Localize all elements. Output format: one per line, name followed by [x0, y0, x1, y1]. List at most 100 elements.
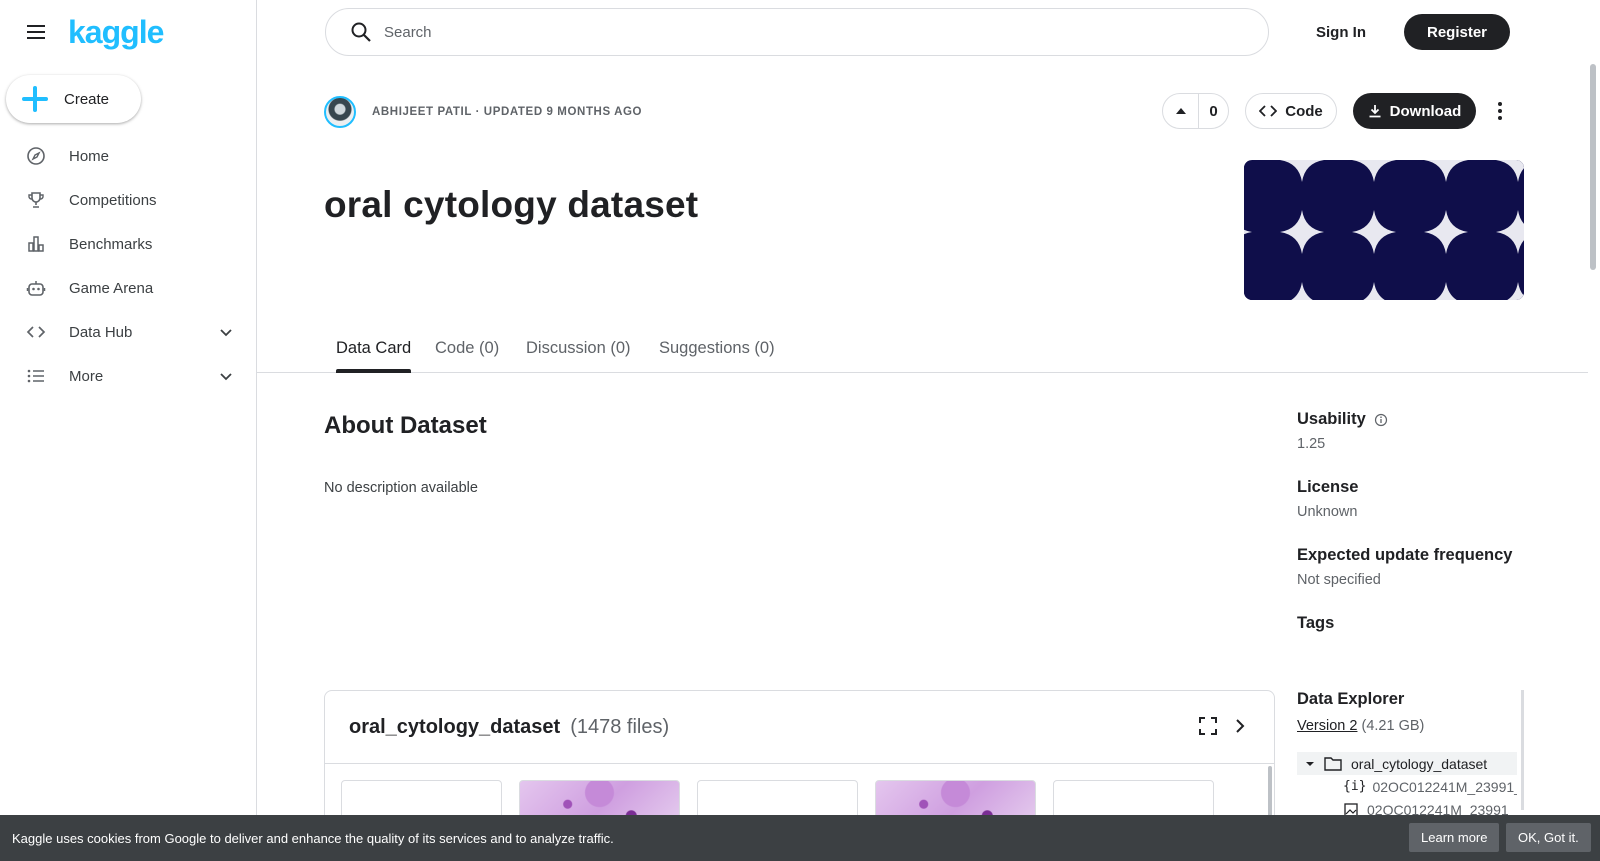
avatar[interactable]: [324, 96, 356, 128]
banner-star: [1352, 210, 1396, 254]
banner-star: [1435, 282, 1457, 300]
license-value: Unknown: [1297, 504, 1358, 520]
caret-down-icon[interactable]: [1301, 758, 1319, 770]
files-count: (1478 files): [570, 715, 670, 738]
sidebar-item-label: Data Hub: [69, 323, 133, 341]
ok-got-it-button[interactable]: OK, Got it.: [1506, 823, 1591, 852]
download-icon: [1369, 105, 1381, 118]
sidebar-nav: Home Competitions Benchmarks Game Arena …: [0, 134, 256, 398]
sidebar-item-label: Benchmarks: [69, 235, 153, 253]
plus-icon: [22, 86, 48, 112]
search-input[interactable]: [384, 23, 1184, 41]
tree-folder-label: oral_cytology_dataset: [1351, 755, 1488, 772]
create-button[interactable]: Create: [6, 75, 141, 123]
code-button-label: Code: [1285, 102, 1323, 120]
version-size: (4.21 GB): [1361, 718, 1425, 734]
sidebar: kaggle Create Home Competitions Benchmar…: [0, 0, 257, 861]
tab-bar: Data Card Code (0) Discussion (0) Sugges…: [257, 326, 1588, 373]
cookie-banner: Kaggle uses cookies from Google to deliv…: [0, 815, 1600, 861]
vote-count: 0: [1209, 102, 1218, 120]
learn-more-button[interactable]: Learn more: [1409, 823, 1500, 852]
tab-code[interactable]: Code (0): [435, 339, 499, 372]
banner-star: [1291, 282, 1313, 300]
tree-file[interactable]: {i} 02OC012241M_23991_: [1297, 775, 1517, 798]
update-frequency-section: Expected update frequency Not specified: [1297, 546, 1537, 588]
frequency-value: Not specified: [1297, 572, 1381, 588]
upvote-button[interactable]: [1163, 94, 1199, 128]
banner-star: [1244, 282, 1252, 300]
sidebar-top: kaggle: [24, 16, 164, 48]
files-panel-header: oral_cytology_dataset (1478 files): [325, 691, 1274, 764]
tree-folder[interactable]: oral_cytology_dataset: [1297, 752, 1517, 775]
data-explorer-section: Data Explorer Version 2 (4.21 GB): [1297, 690, 1537, 734]
tree-scrollbar[interactable]: [1521, 690, 1524, 810]
sidebar-item-competitions[interactable]: Competitions: [0, 178, 256, 222]
sidebar-item-label: Game Arena: [69, 279, 154, 297]
banner-star: [1424, 210, 1468, 254]
tab-suggestions[interactable]: Suggestions (0): [659, 339, 775, 372]
sidebar-item-more[interactable]: More: [0, 354, 256, 398]
banner-star: [1363, 282, 1385, 300]
sidebar-item-home[interactable]: Home: [0, 134, 256, 178]
download-button[interactable]: Download: [1353, 93, 1476, 129]
usability-section: Usability 1.25: [1297, 410, 1537, 452]
chevron-down-icon[interactable]: [218, 368, 234, 384]
usability-value: 1.25: [1297, 436, 1326, 452]
banner-star: [1424, 160, 1468, 182]
banner-star: [1244, 160, 1252, 163]
tab-discussion[interactable]: Discussion (0): [526, 339, 631, 372]
banner-star: [1352, 160, 1396, 182]
files-panel-title: oral_cytology_dataset: [349, 715, 561, 738]
list-icon: [26, 366, 46, 386]
cookie-text: Kaggle uses cookies from Google to deliv…: [12, 830, 614, 846]
create-label: Create: [64, 90, 110, 108]
chevron-right-icon[interactable]: [1230, 716, 1250, 736]
banner-star: [1496, 160, 1524, 182]
folder-icon: [1324, 756, 1342, 771]
banner-star: [1507, 282, 1524, 300]
vote-control: 0: [1162, 93, 1229, 129]
search-icon: [351, 22, 371, 42]
author-line: ABHIJEET PATIL · UPDATED 9 MONTHS AGO: [372, 106, 643, 118]
about-heading: About Dataset: [324, 412, 487, 439]
license-label: License: [1297, 478, 1359, 496]
banner-star: [1280, 210, 1324, 254]
kaggle-logo[interactable]: kaggle: [68, 16, 164, 48]
dataset-banner-image: [1244, 160, 1524, 300]
search-bar[interactable]: [325, 8, 1269, 56]
sidebar-item-label: Competitions: [69, 191, 157, 209]
tags-section: Tags: [1297, 614, 1537, 633]
sidebar-item-data-hub[interactable]: Data Hub: [0, 310, 256, 354]
tree-file-label: 02OC012241M_23991_: [1372, 778, 1517, 795]
banner-star: [1280, 160, 1324, 182]
sidebar-item-label: More: [69, 367, 104, 385]
code-brackets-icon: [26, 322, 46, 342]
data-explorer-heading: Data Explorer: [1297, 690, 1405, 708]
info-icon[interactable]: [1374, 413, 1388, 427]
sidebar-item-game-arena[interactable]: Game Arena: [0, 266, 256, 310]
file-tree: oral_cytology_dataset {i} 02OC012241M_23…: [1297, 752, 1517, 821]
banner-star: [1244, 229, 1252, 235]
chevron-down-icon[interactable]: [218, 324, 234, 340]
download-button-label: Download: [1389, 102, 1462, 120]
menu-icon[interactable]: [24, 20, 48, 44]
sign-in-button[interactable]: Sign In: [1300, 14, 1382, 50]
bar-chart-icon: [26, 234, 46, 254]
license-section: License Unknown: [1297, 478, 1537, 520]
robot-icon: [26, 278, 46, 298]
fullscreen-icon[interactable]: [1198, 716, 1218, 736]
version-link[interactable]: Version 2: [1297, 718, 1357, 734]
sidebar-item-label: Home: [69, 147, 110, 165]
tags-label: Tags: [1297, 614, 1335, 632]
page-scrollbar[interactable]: [1590, 64, 1596, 270]
banner-star: [1496, 210, 1524, 254]
page-title: oral cytology dataset: [324, 184, 699, 225]
code-button[interactable]: Code: [1245, 93, 1337, 129]
frequency-label: Expected update frequency: [1297, 546, 1513, 564]
json-file-icon: {i}: [1343, 779, 1367, 794]
register-button[interactable]: Register: [1404, 14, 1510, 50]
triangle-up-icon: [1175, 108, 1186, 114]
sidebar-item-benchmarks[interactable]: Benchmarks: [0, 222, 256, 266]
more-options-icon[interactable]: [1488, 98, 1512, 124]
tab-data-card[interactable]: Data Card: [336, 339, 412, 373]
